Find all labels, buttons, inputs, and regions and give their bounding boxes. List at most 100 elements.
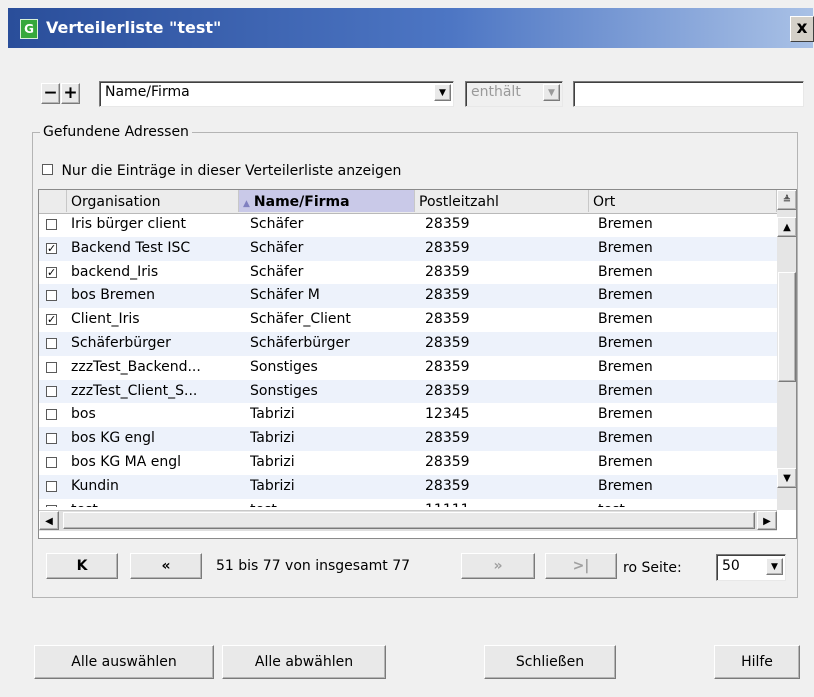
- header-postleitzahl[interactable]: Postleitzahl: [415, 190, 589, 212]
- scroll-right-icon[interactable]: ▶: [757, 511, 777, 530]
- table-row[interactable]: bos Tabrizi 12345 Bremen: [39, 403, 777, 427]
- table-row[interactable]: ✓ backend_Iris Schäfer 28359 Bremen: [39, 261, 777, 285]
- cell-name: Sonstiges: [250, 382, 318, 399]
- title-bar[interactable]: G Verteilerliste "test": [8, 8, 813, 48]
- previous-page-button[interactable]: «: [130, 553, 202, 579]
- close-button[interactable]: Schließen: [484, 645, 616, 679]
- cell-organisation: bos: [71, 406, 96, 423]
- operator-select[interactable]: enthält ▼: [465, 81, 563, 107]
- cell-postleitzahl: 28359: [425, 311, 470, 328]
- scroll-left-icon[interactable]: ◀: [39, 511, 59, 530]
- vertical-scrollbar[interactable]: ≜ ▲ ▼: [777, 190, 796, 510]
- row-checkbox[interactable]: [46, 337, 57, 349]
- header-name[interactable]: ▲ Name/Firma: [239, 190, 415, 212]
- last-page-button[interactable]: >|: [545, 553, 617, 579]
- row-checkbox[interactable]: [46, 433, 57, 445]
- horizontal-scrollbar[interactable]: ◀ ▶: [39, 510, 777, 531]
- header-organisation[interactable]: Organisation: [67, 190, 239, 212]
- table-row[interactable]: bos KG MA engl Tabrizi 28359 Bremen: [39, 451, 777, 475]
- table-row[interactable]: Schäferbürger Schäferbürger 28359 Bremen: [39, 331, 777, 356]
- table-row[interactable]: zzzTest_Client_S... Sonstiges 28359 Bremen: [39, 379, 777, 404]
- filter-text-input[interactable]: [573, 81, 804, 107]
- table-row[interactable]: zzzTest_Backend... Sonstiges 28359 Bremen: [39, 356, 777, 380]
- remove-filter-button[interactable]: −: [41, 83, 60, 104]
- row-checkbox[interactable]: [46, 219, 57, 230]
- cell-ort: Bremen: [598, 287, 653, 304]
- scroll-down-icon[interactable]: ▼: [777, 468, 796, 488]
- sort-asc-icon: ▲: [243, 199, 250, 209]
- cell-name: Schäfer: [250, 216, 304, 232]
- row-checkbox[interactable]: ✓: [46, 266, 57, 278]
- cell-ort: Bremen: [598, 334, 653, 351]
- table-row[interactable]: ✓ Client_Iris Schäfer_Client 28359 Bremen: [39, 308, 777, 332]
- row-checkbox[interactable]: [46, 385, 57, 397]
- only-in-list-checkbox[interactable]: [42, 164, 53, 175]
- row-checkbox[interactable]: [46, 361, 57, 373]
- cell-ort: test: [598, 499, 768, 507]
- deselect-all-button[interactable]: Alle abwählen: [222, 645, 386, 679]
- row-checkbox[interactable]: [46, 504, 57, 507]
- cell-organisation: Iris bürger client: [71, 216, 186, 232]
- cell-postleitzahl: 28359: [425, 453, 470, 470]
- cell-name: Tabrizi: [250, 430, 295, 447]
- header-ort[interactable]: Ort: [589, 190, 777, 212]
- first-page-button[interactable]: K: [46, 553, 118, 579]
- operator-select-value: enthält: [471, 84, 521, 100]
- per-page-select[interactable]: 50 ▼: [716, 554, 786, 581]
- table-row[interactable]: bos KG engl Tabrizi 28359 Bremen: [39, 427, 777, 451]
- horizontal-scroll-thumb[interactable]: [63, 512, 755, 529]
- row-checkbox[interactable]: [46, 290, 57, 302]
- cell-name: Schäferbürger: [250, 334, 350, 351]
- scroll-thumb[interactable]: [778, 272, 796, 382]
- cell-postleitzahl: 28359: [425, 382, 470, 399]
- chevron-down-icon[interactable]: ▼: [434, 84, 451, 101]
- row-checkbox[interactable]: [46, 409, 57, 421]
- row-checkbox[interactable]: ✓: [46, 314, 57, 326]
- table-row[interactable]: ✓ Backend Test ISC Schäfer 28359 Bremen: [39, 236, 777, 261]
- cell-postleitzahl: 12345: [425, 406, 470, 423]
- table-row[interactable]: Iris bürger client Schäfer 28359 Bremen: [39, 213, 777, 237]
- row-checkbox[interactable]: [46, 456, 57, 468]
- cell-postleitzahl: 28359: [425, 334, 470, 351]
- close-icon[interactable]: x: [790, 16, 814, 42]
- row-checkbox[interactable]: ✓: [46, 242, 57, 254]
- chevron-down-icon[interactable]: ▼: [766, 558, 783, 575]
- cell-ort: Bremen: [598, 239, 653, 256]
- cell-organisation: zzzTest_Client_S...: [71, 382, 198, 399]
- add-filter-button[interactable]: +: [61, 83, 80, 104]
- only-in-list-option[interactable]: Nur die Einträge in dieser Verteilerlist…: [42, 163, 401, 179]
- cell-ort: Bremen: [598, 453, 653, 470]
- row-checkbox[interactable]: [46, 480, 57, 492]
- help-button[interactable]: Hilfe: [714, 645, 800, 679]
- cell-name: Tabrizi: [250, 453, 295, 470]
- cell-organisation: Client_Iris: [71, 311, 140, 328]
- dialog-window: G Verteilerliste "test" x − + Name/Firma…: [0, 0, 814, 697]
- cell-ort: Bremen: [598, 477, 653, 494]
- scroll-up-icon[interactable]: ▲: [777, 217, 796, 237]
- header-select: [39, 190, 67, 212]
- cell-name: Schäfer: [250, 239, 304, 256]
- table-row[interactable]: Kundin Tabrizi 28359 Bremen: [39, 474, 777, 499]
- app-icon: G: [20, 19, 38, 39]
- page-status: 51 bis 77 von insgesamt 77: [216, 558, 411, 574]
- cell-organisation: zzzTest_Backend...: [71, 358, 201, 375]
- cell-organisation: Schäferbürger: [71, 334, 171, 351]
- per-page-value: 50: [722, 558, 740, 574]
- column-chooser-icon[interactable]: ≜: [777, 190, 796, 210]
- group-title: Gefundene Adressen: [40, 124, 192, 140]
- cell-postleitzahl: 11111: [425, 499, 592, 507]
- table-row[interactable]: bos Bremen Schäfer M 28359 Bremen: [39, 284, 777, 309]
- cell-name: Schäfer_Client: [250, 311, 351, 328]
- cell-ort: Bremen: [598, 358, 653, 375]
- select-all-button[interactable]: Alle auswählen: [34, 645, 214, 679]
- next-page-button[interactable]: »: [461, 553, 535, 579]
- cell-postleitzahl: 28359: [425, 358, 470, 375]
- table-row[interactable]: test test 11111 test: [39, 499, 777, 507]
- table-body: Iris bürger client Schäfer 28359 Bremen ✓ Bac…: [39, 213, 777, 507]
- cell-name: Tabrizi: [250, 477, 295, 494]
- field-select[interactable]: Name/Firma ▼: [99, 81, 454, 107]
- cell-ort: Bremen: [598, 311, 653, 328]
- chevron-down-icon[interactable]: ▼: [543, 84, 560, 101]
- cell-name: Schäfer M: [250, 287, 320, 304]
- cell-organisation: Kundin: [71, 477, 119, 494]
